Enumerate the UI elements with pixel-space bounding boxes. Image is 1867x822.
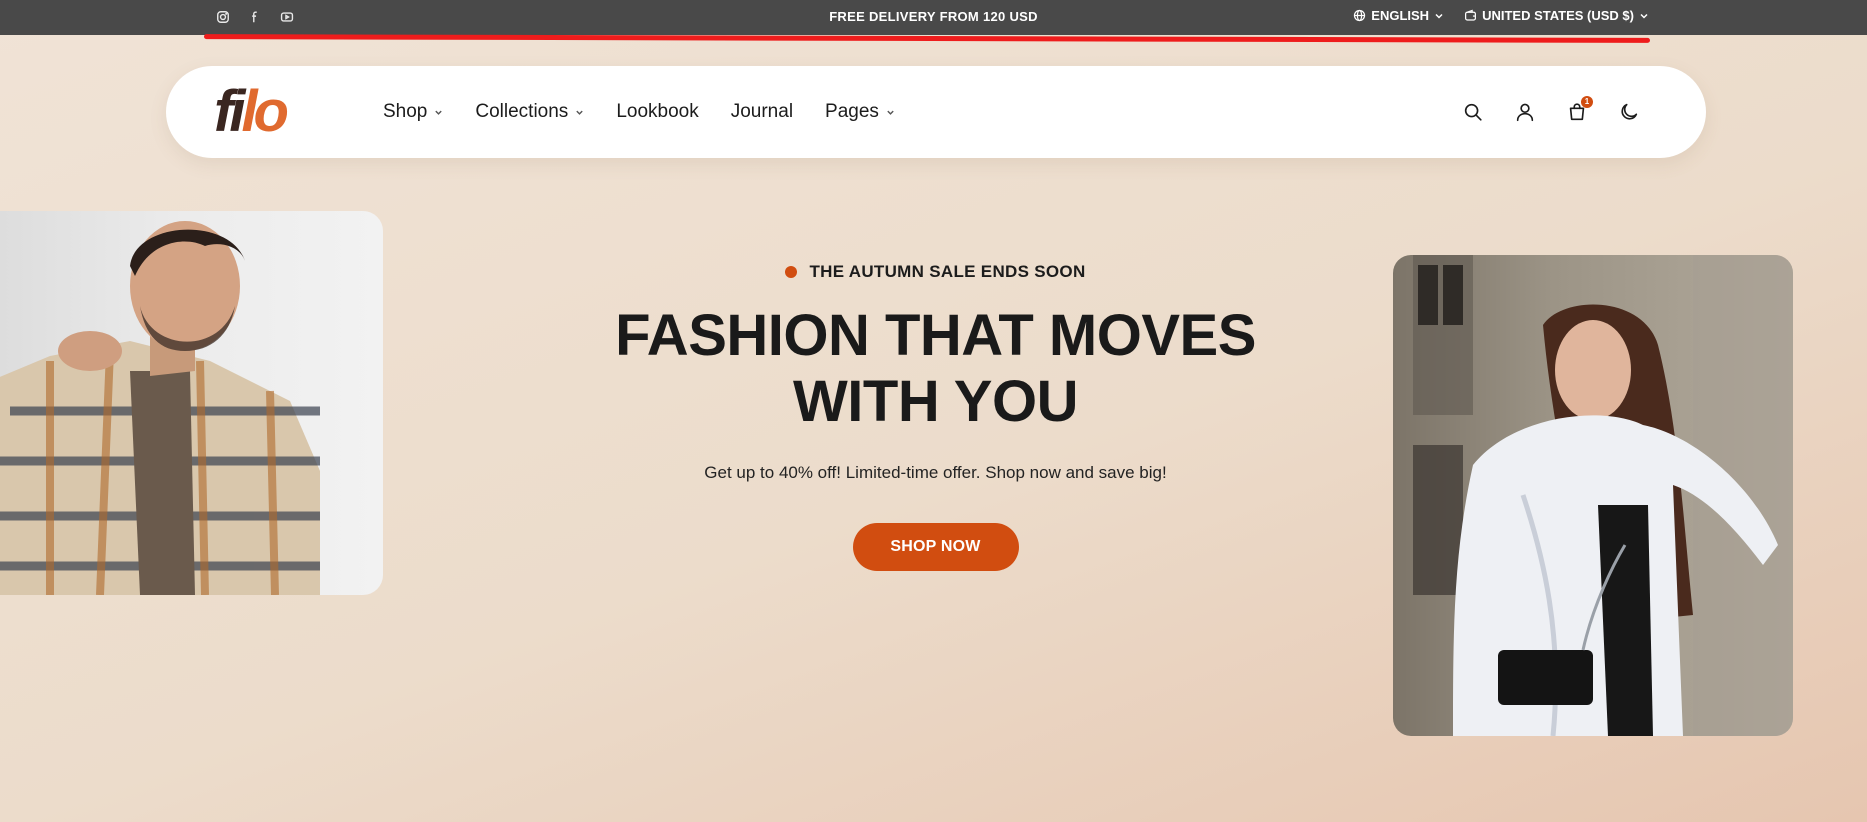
globe-icon [1354, 9, 1366, 22]
shop-now-button[interactable]: SHOP NOW [852, 523, 1019, 571]
chevron-down-icon [1640, 13, 1648, 19]
hero-image-woman-white-shirt [1393, 255, 1793, 736]
logo-part-orange: lo [241, 79, 289, 144]
hero-image-man-plaid-shirt [0, 211, 383, 595]
user-icon [1516, 103, 1534, 122]
top-announcement-bar: FREE DELIVERY FROM 120 USD ENGLISH UNITE… [0, 0, 1867, 35]
chevron-down-icon [887, 110, 894, 115]
chevron-down-icon [576, 110, 584, 115]
nav-item-label: Lookbook [616, 101, 699, 122]
language-selector[interactable]: ENGLISH [1353, 8, 1444, 23]
hero-headline: FASHION THAT MOVES WITH YOU [533, 303, 1338, 435]
cart-count-badge: 1 [1581, 96, 1593, 108]
sale-eyebrow: THE AUTUMN SALE ENDS SOON [785, 262, 1085, 282]
search-button[interactable] [1462, 101, 1484, 123]
nav-item-lookbook[interactable]: Lookbook [616, 101, 698, 123]
status-dot-icon [785, 266, 798, 278]
dark-mode-toggle[interactable] [1618, 101, 1640, 123]
nav-item-label: Collections [475, 101, 569, 122]
nav-item-shop[interactable]: Shop [383, 101, 443, 123]
chevron-down-icon [1435, 13, 1443, 19]
header-actions: 1 [1462, 66, 1640, 158]
locale-selectors: ENGLISH UNITED STATES (USD $) [1353, 8, 1649, 23]
nav-item-pages[interactable]: Pages [825, 101, 895, 123]
headline-line-2: WITH YOU [793, 369, 1078, 434]
main-header: filo Shop Collections Lookbook Journal P… [166, 66, 1706, 158]
main-navigation: Shop Collections Lookbook Journal Pages [383, 66, 895, 158]
wallet-icon [1465, 9, 1477, 21]
nav-item-label: Journal [730, 101, 794, 122]
site-logo[interactable]: filo [214, 79, 289, 144]
nav-item-label: Pages [825, 101, 879, 122]
cart-button[interactable]: 1 [1566, 96, 1593, 123]
account-button[interactable] [1514, 101, 1536, 123]
currency-label: UNITED STATES (USD $) [1482, 8, 1634, 23]
headline-line-1: FASHION THAT MOVES [615, 303, 1256, 368]
nav-item-collections[interactable]: Collections [475, 101, 584, 123]
language-label: ENGLISH [1371, 8, 1430, 23]
hero-section: THE AUTUMN SALE ENDS SOON FASHION THAT M… [533, 262, 1338, 571]
nav-item-label: Shop [383, 101, 428, 122]
chevron-down-icon [435, 110, 443, 115]
search-icon [1464, 103, 1482, 121]
nav-item-journal[interactable]: Journal [731, 101, 793, 123]
logo-part-dark: fi [214, 79, 246, 144]
moon-icon [1621, 103, 1638, 120]
currency-selector[interactable]: UNITED STATES (USD $) [1464, 8, 1649, 23]
hero-subtext: Get up to 40% off! Limited-time offer. S… [704, 463, 1167, 482]
red-underline-annotation [203, 34, 1651, 43]
eyebrow-text: THE AUTUMN SALE ENDS SOON [809, 262, 1086, 281]
